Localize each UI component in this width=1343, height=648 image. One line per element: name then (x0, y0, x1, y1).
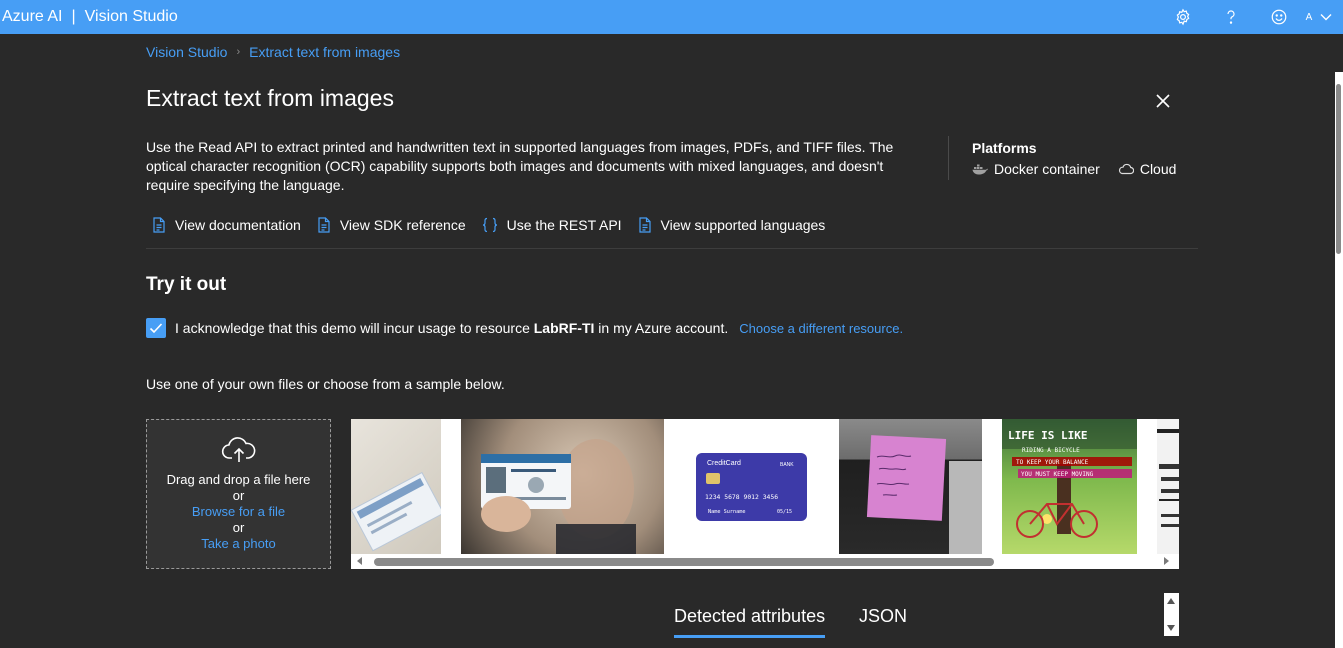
or-text: or (232, 488, 245, 503)
or-text: or (232, 520, 245, 535)
scroll-up-arrow[interactable] (1167, 598, 1175, 604)
platforms-panel: Platforms Docker container Cloud (972, 140, 1176, 177)
poster-line-2: RIDING A BICYCLE (1022, 447, 1080, 454)
checkmark-icon (149, 323, 163, 334)
try-it-out-heading: Try it out (146, 274, 227, 295)
chevron-right-icon: › (236, 46, 241, 58)
card-bank: BANK (780, 462, 794, 468)
help-button[interactable] (1207, 0, 1255, 34)
avatar: A (1305, 11, 1313, 23)
tab-detected-attributes[interactable]: Detected attributes (674, 606, 826, 638)
sample-national-identity-card[interactable] (461, 419, 664, 554)
poster-line-1: LIFE IS LIKE (1008, 429, 1087, 442)
platform-cloud-label: Cloud (1139, 161, 1177, 177)
page-scrollbar-thumb[interactable] (1336, 84, 1341, 254)
help-icon (1227, 10, 1235, 24)
platform-docker-label: Docker container (994, 161, 1100, 177)
settings-button[interactable] (1159, 0, 1207, 34)
card-brand: CreditCard (707, 460, 741, 467)
close-button[interactable] (1154, 92, 1172, 110)
breadcrumb-root[interactable]: Vision Studio (146, 44, 227, 60)
document-icon (153, 217, 165, 233)
sample-life-is-like-poster[interactable]: LIFE IS LIKE RIDING A BICYCLE TO KEEP YO… (1002, 419, 1137, 554)
link-view-sdk-reference[interactable]: View SDK reference (317, 217, 466, 233)
resource-name: LabRF-TI (533, 320, 595, 336)
card-expiry: 05/15 (777, 509, 792, 515)
platforms-divider (948, 136, 949, 180)
file-drop-zone[interactable]: Drag and drop a file here or Browse for … (146, 419, 331, 569)
scroll-right-arrow[interactable] (1164, 557, 1169, 565)
poster-line-4: YOU MUST KEEP MOVING (1021, 471, 1094, 478)
results-scrollbar[interactable] (1164, 593, 1179, 636)
close-icon (1156, 94, 1170, 108)
scrollbar-thumb[interactable] (374, 558, 994, 566)
scroll-down-arrow[interactable] (1167, 625, 1175, 631)
gallery-scrollbar[interactable] (351, 554, 1179, 569)
ack-suffix: in my Azure account. (598, 320, 729, 336)
page-scrollbar[interactable] (1335, 72, 1343, 648)
link-label: View SDK reference (339, 217, 466, 233)
result-tabs: Detected attributes JSON (146, 603, 1206, 648)
sample-nutrition-label[interactable] (1157, 419, 1179, 554)
platform-list: Docker container Cloud (972, 161, 1176, 177)
choose-resource-link[interactable]: Choose a different resource. (739, 321, 903, 336)
sample-handwritten-note[interactable] (839, 419, 982, 554)
gear-icon (1176, 8, 1190, 26)
page-description: Use the Read API to extract printed and … (146, 139, 894, 193)
resource-links: View documentation View SDK reference Us… (152, 217, 841, 233)
nutrition-label-image (1157, 429, 1179, 527)
platforms-title: Platforms (972, 140, 1037, 156)
chevron-down-icon (1320, 14, 1332, 21)
platform-docker: Docker container (972, 161, 1100, 177)
bicycle-poster-image: LIFE IS LIKE RIDING A BICYCLE TO KEEP YO… (1002, 419, 1137, 538)
feedback-button[interactable] (1255, 0, 1303, 34)
document-icon (318, 217, 330, 233)
brand[interactable]: Azure AI | Vision Studio (0, 8, 178, 26)
breadcrumb-current[interactable]: Extract text from images (249, 44, 400, 60)
credit-card-image: CreditCard BANK 1234 5678 9012 3456 Name… (696, 453, 807, 521)
account-menu[interactable]: A (1303, 12, 1343, 23)
platform-cloud: Cloud (1118, 161, 1177, 177)
sample-instructions: Use one of your own files or choose from… (146, 376, 505, 392)
drag-drop-text: Drag and drop a file here (166, 472, 311, 487)
take-photo-link[interactable]: Take a photo (201, 536, 275, 552)
page-title: Extract text from images (146, 85, 394, 111)
link-label: View supported languages (660, 217, 826, 233)
card-holder: Name Surname (708, 509, 745, 515)
tab-json[interactable]: JSON (859, 606, 907, 627)
top-icons: A (1159, 0, 1343, 34)
scroll-left-arrow[interactable] (357, 557, 362, 565)
link-view-supported-languages[interactable]: View supported languages (638, 217, 826, 233)
browse-file-link[interactable]: Browse for a file (192, 504, 285, 520)
sample-gallery: CreditCard BANK 1234 5678 9012 3456 Name… (351, 419, 1179, 569)
link-label: Use the REST API (506, 217, 622, 233)
top-bar: Azure AI | Vision Studio A (0, 0, 1343, 34)
breadcrumb: Vision Studio › Extract text from images (146, 44, 400, 60)
id-card-image (481, 439, 636, 554)
social-security-card-image (351, 471, 441, 552)
cloud-icon (1118, 163, 1134, 175)
sample-credit-card[interactable]: CreditCard BANK 1234 5678 9012 3456 Name… (684, 419, 819, 554)
smiley-icon (1271, 9, 1287, 25)
link-use-rest-api[interactable]: Use the REST API (482, 217, 622, 233)
acknowledge-checkbox[interactable] (146, 318, 166, 338)
cloud-upload-icon (221, 437, 255, 462)
sticky-note-image (866, 435, 982, 554)
card-number: 1234 5678 9012 3456 (705, 493, 778, 501)
braces-icon (482, 217, 497, 233)
link-view-documentation[interactable]: View documentation (152, 217, 301, 233)
document-icon (638, 217, 651, 233)
link-label: View documentation (175, 217, 301, 233)
acknowledgement-row: I acknowledge that this demo will incur … (146, 318, 903, 338)
sample-social-security-card[interactable] (351, 419, 441, 554)
product-name: Vision Studio (84, 8, 178, 25)
brand-separator: | (71, 8, 76, 25)
docker-icon (972, 164, 988, 175)
ack-prefix: I acknowledge that this demo will incur … (175, 320, 530, 336)
section-divider (146, 248, 1198, 249)
poster-line-3: TO KEEP YOUR BALANCE (1016, 459, 1089, 466)
brand-name: Azure AI (2, 8, 63, 25)
